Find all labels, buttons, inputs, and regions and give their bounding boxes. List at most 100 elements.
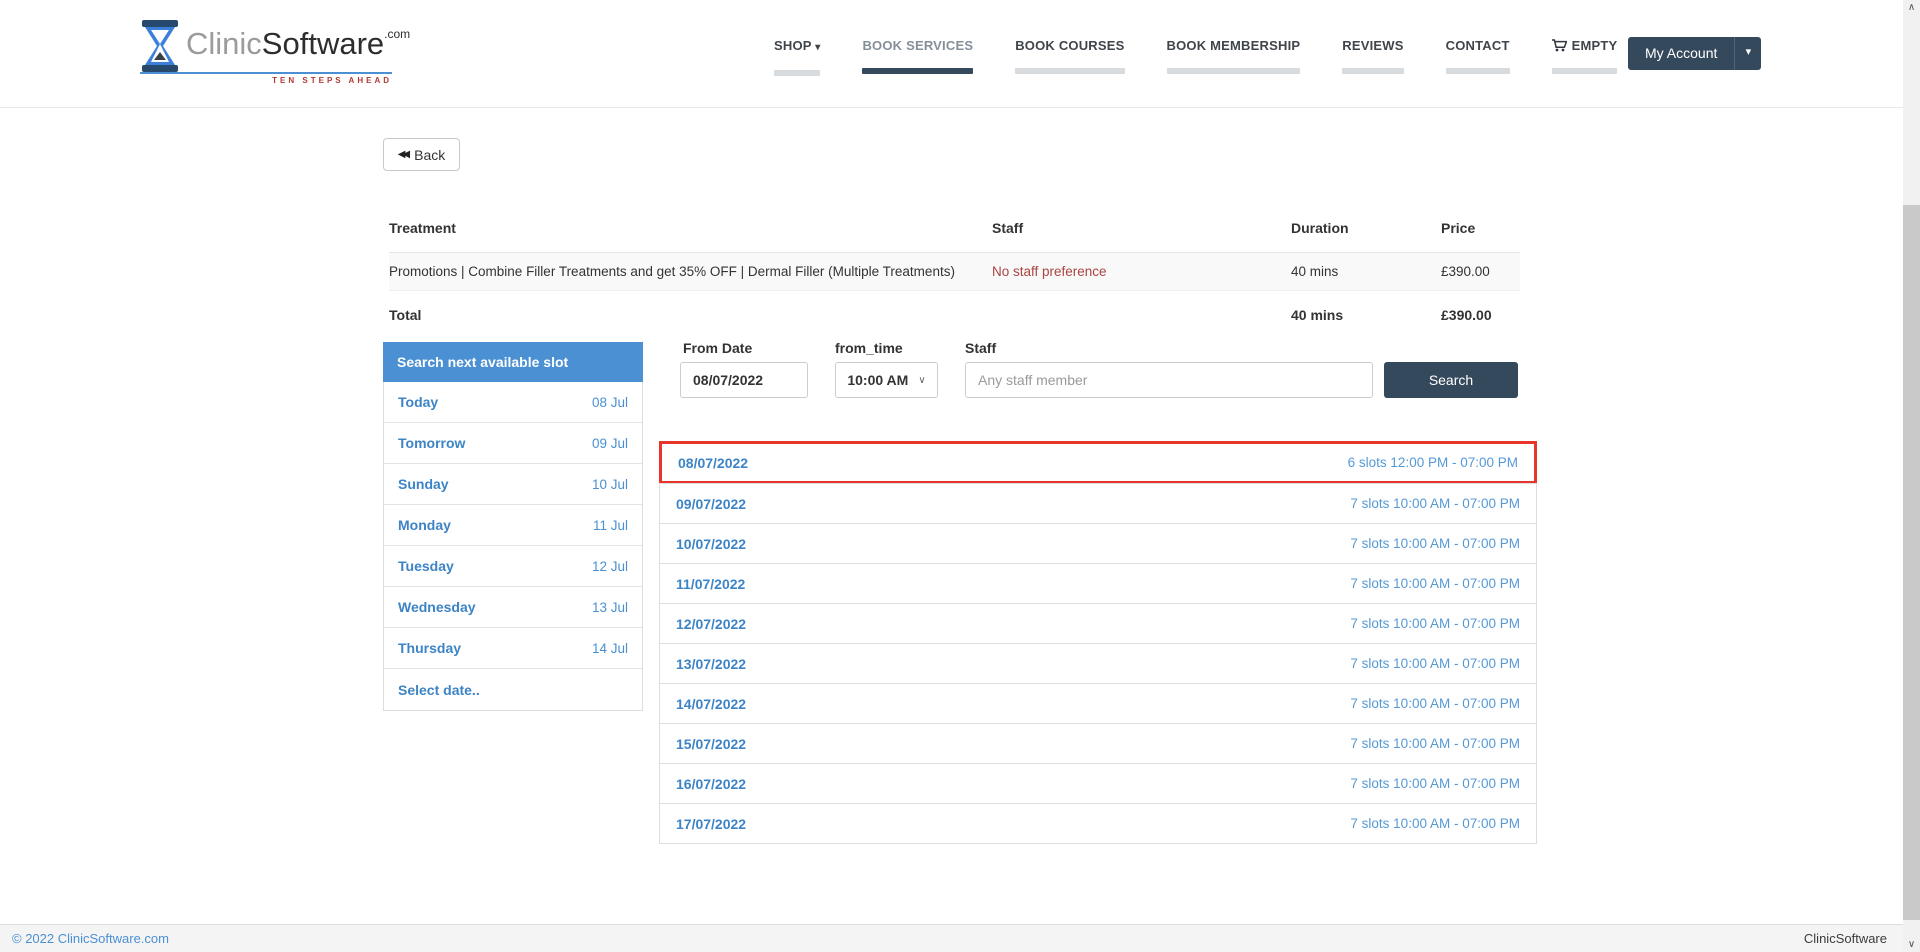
from-time-value: 10:00 AM	[847, 372, 908, 388]
sidebar-item-thursday[interactable]: Thursday 14 Jul	[384, 628, 642, 669]
nav-item-book-courses[interactable]: BOOK COURSES	[1005, 38, 1134, 74]
nav-underline	[1015, 68, 1124, 74]
slot-row[interactable]: 13/07/2022 7 slots 10:00 AM - 07:00 PM	[659, 643, 1537, 684]
day-date: 12 Jul	[592, 559, 628, 574]
slot-date: 17/07/2022	[676, 816, 746, 832]
from-date-input[interactable]	[680, 362, 808, 398]
slot-info: 7 slots 10:00 AM - 07:00 PM	[1350, 816, 1520, 831]
nav-label: SHOP ▾	[774, 38, 820, 56]
sidebar-item-sunday[interactable]: Sunday 10 Jul	[384, 464, 642, 505]
nav-item-book-services[interactable]: BOOK SERVICES	[852, 38, 983, 74]
staff-label: Staff	[965, 340, 996, 356]
slot-date: 16/07/2022	[676, 776, 746, 792]
select-date-label: Select date..	[398, 682, 480, 698]
my-account-button[interactable]: My Account	[1628, 37, 1734, 70]
from-time-select[interactable]: 10:00 AM ∨	[835, 362, 938, 398]
scroll-down-icon[interactable]: ∨	[1903, 939, 1920, 950]
search-button[interactable]: Search	[1384, 362, 1518, 398]
day-label: Thursday	[398, 640, 461, 656]
slot-row[interactable]: 14/07/2022 7 slots 10:00 AM - 07:00 PM	[659, 683, 1537, 724]
nav-item-contact[interactable]: CONTACT	[1436, 38, 1520, 74]
logo-underline	[140, 72, 392, 74]
nav-underline	[1342, 68, 1403, 74]
slot-row-selected[interactable]: 08/07/2022 6 slots 12:00 PM - 07:00 PM	[659, 441, 1537, 484]
sidebar-item-tomorrow[interactable]: Tomorrow 09 Jul	[384, 423, 642, 464]
nav-item-book-membership[interactable]: BOOK MEMBERSHIP	[1157, 38, 1311, 74]
slot-date: 13/07/2022	[676, 656, 746, 672]
nav-underline	[1552, 68, 1618, 74]
brand-name-software: Software	[262, 26, 384, 61]
slot-row[interactable]: 16/07/2022 7 slots 10:00 AM - 07:00 PM	[659, 763, 1537, 804]
slot-row[interactable]: 10/07/2022 7 slots 10:00 AM - 07:00 PM	[659, 523, 1537, 564]
nav-item-shop[interactable]: SHOP ▾	[764, 38, 830, 76]
nav-item-cart[interactable]: EMPTY	[1542, 38, 1628, 74]
main-nav: SHOP ▾ BOOK SERVICES BOOK COURSES BOOK M…	[764, 38, 1627, 76]
vertical-scrollbar[interactable]: ∧ ∨	[1903, 0, 1920, 952]
slot-info: 7 slots 10:00 AM - 07:00 PM	[1350, 536, 1520, 551]
slot-row[interactable]: 11/07/2022 7 slots 10:00 AM - 07:00 PM	[659, 563, 1537, 604]
my-account-button-group: My Account ▾	[1628, 37, 1761, 70]
day-label: Tomorrow	[398, 435, 465, 451]
day-date: 09 Jul	[592, 436, 628, 451]
brand-tagline: TEN STEPS AHEAD	[272, 76, 392, 85]
slot-row[interactable]: 15/07/2022 7 slots 10:00 AM - 07:00 PM	[659, 723, 1537, 764]
day-label: Today	[398, 394, 438, 410]
sidebar-item-wednesday[interactable]: Wednesday 13 Jul	[384, 587, 642, 628]
my-account-dropdown-toggle[interactable]: ▾	[1734, 37, 1761, 70]
rewind-icon: ◀◀	[398, 149, 407, 160]
slot-info: 7 slots 10:00 AM - 07:00 PM	[1350, 656, 1520, 671]
total-label: Total	[389, 291, 992, 335]
back-button-label: Back	[414, 147, 445, 163]
total-price: £390.00	[1441, 291, 1520, 335]
slot-info: 7 slots 10:00 AM - 07:00 PM	[1350, 576, 1520, 591]
day-date: 08 Jul	[592, 395, 628, 410]
brand-logo[interactable]: ClinicSoftware.com TEN STEPS AHEAD	[140, 18, 392, 88]
day-label: Wednesday	[398, 599, 476, 615]
nav-label: CONTACT	[1446, 38, 1510, 54]
scroll-up-icon[interactable]: ∧	[1903, 2, 1920, 13]
nav-item-reviews[interactable]: REVIEWS	[1332, 38, 1413, 74]
total-duration: 40 mins	[1291, 291, 1441, 335]
day-label: Tuesday	[398, 558, 454, 574]
slot-row[interactable]: 12/07/2022 7 slots 10:00 AM - 07:00 PM	[659, 603, 1537, 644]
slot-date: 09/07/2022	[676, 496, 746, 512]
treatment-cell: Promotions | Combine Filler Treatments a…	[389, 253, 992, 291]
day-date: 10 Jul	[592, 477, 628, 492]
sidebar-item-select-date[interactable]: Select date..	[384, 669, 642, 710]
slot-info: 7 slots 10:00 AM - 07:00 PM	[1350, 696, 1520, 711]
back-button[interactable]: ◀◀ Back	[383, 138, 460, 171]
nav-label: BOOK COURSES	[1015, 38, 1124, 54]
column-header-price: Price	[1441, 214, 1520, 253]
footer-brand-text: ClinicSoftware	[1804, 931, 1887, 946]
staff-input[interactable]	[965, 362, 1373, 398]
slot-date: 08/07/2022	[678, 455, 748, 471]
hourglass-logo-icon	[140, 20, 180, 72]
available-dates-list: 08/07/2022 6 slots 12:00 PM - 07:00 PM 0…	[659, 441, 1537, 844]
slot-info: 6 slots 12:00 PM - 07:00 PM	[1348, 455, 1518, 470]
slot-date: 15/07/2022	[676, 736, 746, 752]
day-label: Monday	[398, 517, 451, 533]
column-header-treatment: Treatment	[389, 214, 992, 253]
slot-row[interactable]: 17/07/2022 7 slots 10:00 AM - 07:00 PM	[659, 803, 1537, 844]
nav-label: REVIEWS	[1342, 38, 1403, 54]
table-header-row: Treatment Staff Duration Price	[389, 214, 1520, 253]
sidebar-item-monday[interactable]: Monday 11 Jul	[384, 505, 642, 546]
scrollbar-thumb[interactable]	[1903, 205, 1920, 920]
from-time-label: from_time	[835, 340, 903, 356]
cart-icon	[1552, 39, 1567, 52]
day-date: 14 Jul	[592, 641, 628, 656]
sidebar-item-tuesday[interactable]: Tuesday 12 Jul	[384, 546, 642, 587]
slot-info: 7 slots 10:00 AM - 07:00 PM	[1350, 496, 1520, 511]
day-date: 13 Jul	[592, 600, 628, 615]
nav-underline	[1446, 68, 1510, 74]
slot-row[interactable]: 09/07/2022 7 slots 10:00 AM - 07:00 PM	[659, 483, 1537, 524]
chevron-down-icon: ∨	[918, 375, 925, 386]
column-header-staff: Staff	[992, 214, 1291, 253]
chevron-down-icon: ▾	[1746, 46, 1752, 58]
copyright-link[interactable]: © 2022 ClinicSoftware.com	[12, 931, 169, 946]
column-header-duration: Duration	[1291, 214, 1441, 253]
nav-label: BOOK SERVICES	[862, 38, 973, 54]
duration-cell: 40 mins	[1291, 253, 1441, 291]
sidebar-item-today[interactable]: Today 08 Jul	[384, 382, 642, 423]
nav-label: BOOK MEMBERSHIP	[1167, 38, 1301, 54]
